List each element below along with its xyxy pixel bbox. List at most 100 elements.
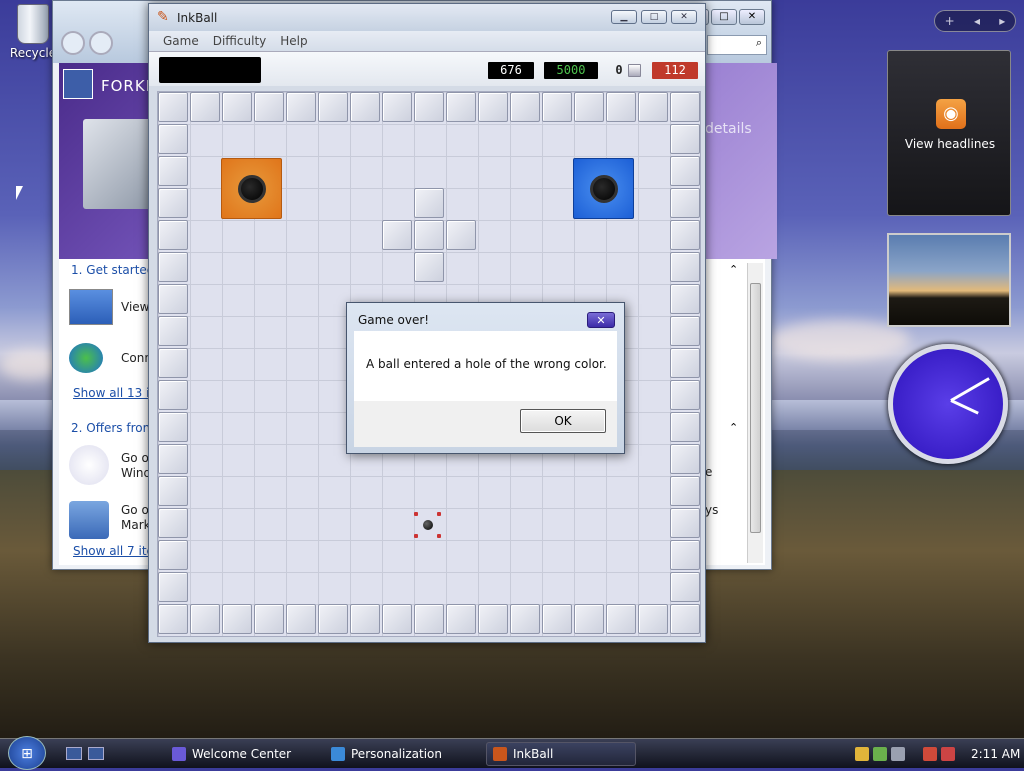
sparkle [437, 534, 441, 538]
wall-tile [606, 604, 636, 634]
wall-tile [446, 604, 476, 634]
show-desktop-icon[interactable] [66, 747, 82, 760]
hole-opening [237, 174, 266, 203]
score-bar: 676 5000 0 112 [149, 51, 705, 86]
menu-help[interactable]: Help [280, 34, 307, 48]
switch-windows-icon[interactable] [88, 747, 104, 760]
ok-button[interactable]: OK [520, 409, 606, 433]
next-gadget-icon[interactable]: ▸ [999, 14, 1005, 28]
wall-tile [158, 412, 188, 442]
taskbar-personalization[interactable]: Personalization [325, 742, 475, 766]
offer1-line2[interactable]: Wind [121, 466, 151, 480]
network-icon[interactable] [891, 747, 905, 761]
wall-tile [254, 604, 284, 634]
wall-tile [190, 604, 220, 634]
wall-tile [670, 220, 700, 250]
windows-defender-icon[interactable] [873, 747, 887, 761]
wall-tile [350, 92, 380, 122]
wall-tile [158, 540, 188, 570]
inkball-icon [493, 747, 507, 761]
orange-hole [221, 158, 282, 219]
scrollbar[interactable] [747, 263, 763, 563]
wall-tile [382, 604, 412, 634]
collapse-section-icon[interactable]: ⌃ [729, 263, 738, 276]
close-button[interactable]: ✕ [671, 10, 697, 24]
dialog-footer: OK [354, 401, 617, 447]
collapse-section-icon[interactable]: ⌃ [729, 421, 738, 434]
wall-tile [158, 252, 188, 282]
hole-opening [589, 174, 618, 203]
menu-game[interactable]: Game [163, 34, 199, 48]
globe-icon [69, 343, 103, 373]
wall-tile [446, 220, 476, 250]
wall-tile [158, 348, 188, 378]
wall-tile [414, 252, 444, 282]
wall-tile [382, 220, 412, 250]
game-over-dialog[interactable]: Game over! ✕ A ball entered a hole of th… [346, 302, 625, 454]
wall-tile [350, 604, 380, 634]
target-score: 5000 [544, 62, 598, 79]
wall-tile [158, 188, 188, 218]
wall-tile [254, 92, 284, 122]
mouse-cursor-icon [16, 186, 23, 200]
view-computer-details-link[interactable]: View [121, 300, 149, 314]
forward-button[interactable] [89, 31, 113, 55]
security-shield-icon[interactable] [855, 747, 869, 761]
windows-logo-icon [69, 445, 109, 485]
cloud [0, 350, 60, 380]
shopping-bag-icon [69, 501, 109, 539]
taskbar-inkball[interactable]: InkBall [486, 742, 636, 766]
wall-tile [670, 252, 700, 282]
power-icon[interactable] [941, 747, 955, 761]
start-button[interactable]: ⊞ [8, 736, 46, 770]
back-button[interactable] [61, 31, 85, 55]
menu-difficulty[interactable]: Difficulty [213, 34, 267, 48]
dialog-close-button[interactable]: ✕ [587, 312, 615, 328]
wall-tile [158, 316, 188, 346]
feed-headlines-gadget[interactable]: ◉ View headlines [887, 50, 1011, 216]
taskbar-item-label: InkBall [513, 747, 554, 761]
wall-tile [670, 508, 700, 538]
previous-gadget-icon[interactable]: ◂ [974, 14, 980, 28]
taskbar-clock[interactable]: 2:11 AM [971, 747, 1020, 761]
wall-tile [158, 380, 188, 410]
dialog-body: A ball entered a hole of the wrong color… [354, 331, 617, 401]
inkball-titlebar[interactable]: ✎ InkBall ▁ □ ✕ [149, 4, 705, 31]
wall-tile [670, 476, 700, 506]
system-tray: 2:11 AM [855, 742, 1024, 766]
scrollbar-thumb[interactable] [750, 283, 761, 533]
show-details-link[interactable]: details [705, 121, 752, 137]
inkball-app-icon: ✎ [157, 9, 169, 25]
wall-tile [286, 604, 316, 634]
add-gadget-button[interactable]: + [945, 14, 955, 28]
monitor-icon [69, 289, 113, 325]
close-button[interactable]: ✕ [739, 9, 765, 25]
offer2-line2[interactable]: Mark [121, 518, 151, 532]
maximize-button[interactable]: □ [711, 9, 737, 25]
view-headlines-link[interactable]: View headlines [888, 137, 1012, 151]
offer2-line1[interactable]: Go o [121, 503, 149, 517]
wall-tile [574, 604, 604, 634]
offer1-line1[interactable]: Go o [121, 451, 149, 465]
maximize-button[interactable]: □ [641, 10, 667, 24]
taskbar-item-label: Welcome Center [192, 747, 292, 761]
volume-icon[interactable] [923, 747, 937, 761]
taskbar: ⊞ Welcome Center Personalization InkBall… [0, 736, 1024, 770]
sparkle [437, 512, 441, 516]
recycle-bin-label: Recycle [9, 46, 57, 60]
wall-tile [222, 92, 252, 122]
wall-tile [670, 572, 700, 602]
wall-tile [574, 92, 604, 122]
slideshow-gadget[interactable] [887, 233, 1011, 327]
show-all-7-link[interactable]: Show all 7 ite [73, 544, 154, 558]
taskbar-welcome-center[interactable]: Welcome Center [166, 742, 316, 766]
clock-gadget[interactable] [888, 344, 1008, 464]
wall-tile [542, 604, 572, 634]
wall-tile [158, 476, 188, 506]
minimize-button[interactable]: ▁ [611, 10, 637, 24]
wall-tile [670, 284, 700, 314]
welcome-center-icon [172, 747, 186, 761]
recycle-bin-desktop-icon[interactable]: Recycle [8, 4, 58, 60]
wall-tile [670, 316, 700, 346]
search-icon[interactable]: ⌕ [707, 35, 767, 55]
